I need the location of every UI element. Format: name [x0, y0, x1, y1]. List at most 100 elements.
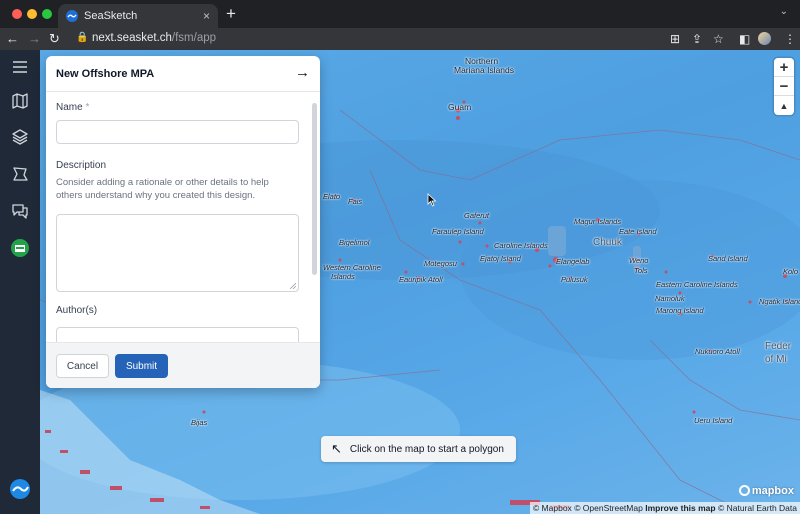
cancel-button[interactable]: Cancel	[56, 354, 109, 378]
authors-input[interactable]	[56, 327, 299, 342]
map-label: Guam	[448, 102, 472, 112]
sidebar-menu-button[interactable]	[8, 55, 32, 79]
sidebar-item-discussion[interactable]	[8, 199, 32, 223]
map-label: Elangelab	[556, 257, 590, 266]
map-label: Western Caroline	[323, 263, 381, 272]
sidebar-item-maps[interactable]	[8, 89, 32, 113]
panel-body: Name * Description Consider adding a rat…	[46, 93, 320, 342]
compass-button[interactable]: ▲	[774, 96, 794, 115]
map-label: Mariana Islands	[454, 65, 515, 75]
project-logo-icon	[11, 239, 29, 257]
map-label: Sand Island	[708, 254, 748, 263]
url-field[interactable]: next.seasket.ch/fsm/app	[92, 32, 216, 44]
panel-title: New Offshore MPA	[56, 68, 155, 80]
sidebar-item-sketches[interactable]	[8, 162, 32, 186]
window-minimize-button[interactable]	[27, 9, 37, 19]
lock-icon[interactable]: 🔒	[76, 32, 88, 43]
forward-arrow-icon[interactable]: →	[28, 31, 41, 47]
map-label: Tols	[634, 266, 648, 275]
back-arrow-icon[interactable]: ←	[6, 31, 19, 47]
install-app-icon[interactable]: ⊞	[670, 31, 680, 47]
attribution-ne-link[interactable]: © Natural Earth Data	[718, 503, 797, 513]
hint-text: Click on the map to start a polygon	[349, 443, 504, 455]
discussion-icon	[12, 204, 28, 219]
map-label: Nukuoro Atoll	[695, 347, 740, 356]
browser-address-bar: ← → ↻ 🔒 next.seasket.ch/fsm/app ⊞ ⇪ ☆ ◧ …	[0, 28, 800, 50]
map-label: Eauripik Atoll	[399, 275, 443, 284]
map-zoom-controls: + − ▲	[774, 58, 794, 115]
window-zoom-button[interactable]	[42, 9, 52, 19]
attribution-mapbox-link[interactable]: © Mapbox	[533, 503, 572, 513]
name-input[interactable]	[56, 120, 299, 144]
panel-header: New Offshore MPA →	[46, 56, 320, 92]
mouse-cursor-icon	[427, 193, 437, 207]
map-attribution: © Mapbox © OpenStreetMap Improve this ma…	[529, 502, 800, 514]
name-label: Name *	[56, 102, 89, 113]
map-label: Ejatoj Island	[480, 254, 521, 263]
map-label: Eastern Caroline Islands	[656, 280, 738, 289]
new-tab-button[interactable]: +	[226, 5, 236, 23]
map-label: Fais	[348, 197, 363, 206]
tab-search-icon[interactable]: ⌄	[780, 6, 788, 17]
reload-icon[interactable]: ↻	[49, 31, 60, 47]
seasketch-logo-icon[interactable]	[9, 478, 31, 500]
map-label: Islands	[331, 272, 355, 281]
share-icon[interactable]: ⇪	[692, 31, 702, 47]
name-label-text: Name	[56, 102, 83, 113]
map-label: of Mi	[765, 354, 787, 365]
map-label: Bijas	[191, 418, 208, 427]
side-panel-icon[interactable]: ◧	[739, 31, 750, 47]
panel-scrollbar[interactable]	[312, 103, 317, 275]
menu-icon	[13, 61, 27, 73]
map-label: Caroline Islands	[494, 241, 548, 250]
map-label: Kolo	[783, 267, 799, 276]
map-label: Marong Island	[656, 306, 704, 315]
sketch-icon	[13, 167, 28, 181]
map-label: Gaferut	[464, 211, 490, 220]
window-close-button[interactable]	[12, 9, 22, 19]
map-label: Feder	[765, 341, 792, 352]
more-menu-icon[interactable]: ⋮	[784, 31, 796, 47]
map-label: Bigelimol	[339, 238, 370, 247]
map-label: Chuuk	[593, 237, 622, 248]
description-label: Description	[56, 160, 107, 171]
map-label: Pulusuk	[561, 275, 588, 284]
map-label: Namoluk	[655, 294, 685, 303]
cursor-click-icon: ↖	[331, 441, 342, 456]
close-panel-arrow-icon[interactable]: →	[295, 65, 310, 81]
bookmark-star-icon[interactable]: ☆	[713, 31, 724, 47]
zoom-out-button[interactable]: −	[774, 77, 794, 96]
mapbox-logo-icon	[738, 485, 750, 496]
new-sketch-panel: New Offshore MPA → Name * Description Co…	[46, 56, 320, 388]
url-host: next.seasket.ch	[92, 32, 172, 44]
profile-avatar[interactable]	[758, 32, 771, 45]
map-icon	[12, 93, 28, 109]
map-label: Eate Island	[619, 227, 657, 236]
submit-button[interactable]: Submit	[115, 354, 168, 378]
map-label: Ngatik Island	[759, 297, 800, 306]
sidebar-item-project[interactable]	[8, 236, 32, 260]
browser-tab-bar: SeaSketch × + ⌄	[0, 0, 800, 28]
layers-icon	[12, 129, 28, 145]
description-help-text: Consider adding a rationale or other det…	[56, 177, 269, 201]
authors-label: Author(s)	[56, 305, 98, 316]
improve-map-link[interactable]: Improve this map	[645, 503, 715, 513]
map-label: Faraulep Island	[432, 227, 484, 236]
seasketch-favicon-icon	[66, 10, 78, 22]
resize-handle-icon[interactable]	[290, 283, 296, 289]
map-label: Weno	[629, 256, 649, 265]
map-label: Magur Islands	[574, 217, 622, 226]
panel-footer: Cancel Submit	[46, 342, 320, 388]
description-textarea[interactable]	[56, 214, 299, 292]
app-sidebar	[0, 50, 40, 514]
map-label: Ueru Island	[694, 416, 733, 425]
browser-tab[interactable]: SeaSketch ×	[58, 4, 218, 28]
mapbox-logo[interactable]: mapbox	[738, 485, 794, 497]
mapbox-logo-text: mapbox	[751, 485, 794, 497]
sidebar-item-layers[interactable]	[8, 125, 32, 149]
required-marker: *	[85, 102, 90, 113]
draw-polygon-hint: ↖ Click on the map to start a polygon	[321, 436, 516, 462]
zoom-in-button[interactable]: +	[774, 58, 794, 77]
tab-close-icon[interactable]: ×	[203, 9, 210, 23]
attribution-osm-link[interactable]: © OpenStreetMap	[574, 503, 643, 513]
